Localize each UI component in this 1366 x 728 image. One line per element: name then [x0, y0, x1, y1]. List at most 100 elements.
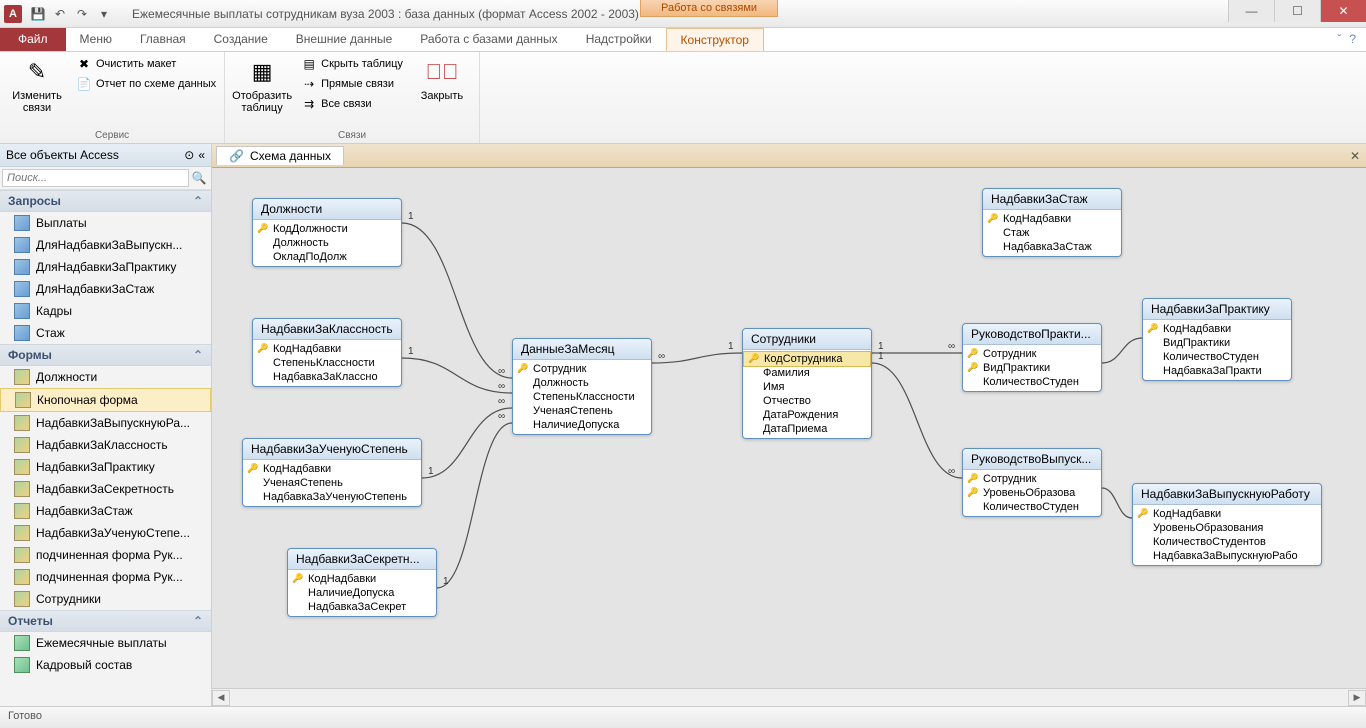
nav-item[interactable]: подчиненная форма Рук... [0, 566, 211, 588]
table-field[interactable]: КодНадбавки [288, 572, 436, 586]
table-dannye[interactable]: ДанныеЗаМесяц СотрудникДолжностьСтепеньКл… [512, 338, 652, 435]
table-field[interactable]: Сотрудник [513, 362, 651, 376]
relationships-canvas[interactable]: 1∞1∞1∞1∞∞11∞1∞ ДолжностиКодДолжностиДолж… [212, 168, 1366, 688]
table-field[interactable]: КоличествоСтуден [963, 500, 1101, 514]
table-field[interactable]: КодНадбавки [1143, 322, 1291, 336]
nav-item[interactable]: подчиненная форма Рук... [0, 544, 211, 566]
search-input[interactable] [2, 169, 189, 187]
undo-icon[interactable]: ↶ [52, 6, 68, 22]
nav-item[interactable]: НадбавкиЗаВыпускнуюРа... [0, 412, 211, 434]
table-field[interactable]: УченаяСтепень [243, 476, 421, 490]
table-dolzhnosti[interactable]: Должности КодДолжностиДолжностьОкладПоДол… [252, 198, 402, 267]
table-field[interactable]: НаличиеДопуска [288, 586, 436, 600]
nav-item[interactable]: НадбавкиЗаКлассность [0, 434, 211, 456]
table-field[interactable]: Сотрудник [963, 472, 1101, 486]
nav-item[interactable]: ДляНадбавкиЗаСтаж [0, 278, 211, 300]
table-field[interactable]: КодНадбавки [1133, 507, 1321, 521]
table-field[interactable]: Должность [513, 376, 651, 390]
nav-item[interactable]: Выплаты [0, 212, 211, 234]
close-design-button[interactable]: �⃞ Закрыть [413, 56, 471, 128]
table-header[interactable]: НадбавкиЗаУченуюСтепень [243, 439, 421, 460]
table-header[interactable]: ДанныеЗаМесяц [513, 339, 651, 360]
table-field[interactable]: НадбавкаЗаУченуюСтепень [243, 490, 421, 504]
table-nadprakt[interactable]: НадбавкиЗаПрактику КодНадбавкиВидПрактики… [1142, 298, 1292, 381]
doc-tab-close-icon[interactable]: ✕ [1350, 149, 1360, 163]
nav-header[interactable]: Все объекты Access ⊙ « [0, 144, 211, 167]
table-field[interactable]: ДатаПриема [743, 422, 871, 436]
edit-relationships-button[interactable]: ✎ Изменить связи [8, 56, 66, 128]
nav-item[interactable]: Должности [0, 366, 211, 388]
table-field[interactable]: СтепеньКлассности [513, 390, 651, 404]
relationship-report-button[interactable]: 📄Отчет по схеме данных [76, 76, 216, 92]
nav-item[interactable]: Стаж [0, 322, 211, 344]
table-rukvyp[interactable]: РуководствоВыпуск...СотрудникУровеньОбра… [962, 448, 1102, 517]
table-naduch[interactable]: НадбавкиЗаУченуюСтепень КодНадбавкиУченая… [242, 438, 422, 507]
table-header[interactable]: НадбавкиЗаКлассность [253, 319, 401, 340]
table-field[interactable]: ОкладПоДолж [253, 250, 401, 264]
table-field[interactable]: НадбавкаЗаСтаж [983, 240, 1121, 254]
table-field[interactable]: КоличествоСтуден [963, 375, 1101, 389]
nav-item[interactable]: Ежемесячные выплаты [0, 632, 211, 654]
table-header[interactable]: НадбавкиЗаСтаж [983, 189, 1121, 210]
table-header[interactable]: НадбавкиЗаПрактику [1143, 299, 1291, 320]
table-field[interactable]: СтепеньКлассности [253, 356, 401, 370]
nav-item[interactable]: НадбавкиЗаСекретность [0, 478, 211, 500]
table-field[interactable]: НадбавкаЗаПракти [1143, 364, 1291, 378]
tab-home[interactable]: Главная [126, 28, 200, 51]
table-field[interactable]: Стаж [983, 226, 1121, 240]
all-rel-button[interactable]: ⇉Все связи [301, 96, 403, 112]
table-field[interactable]: НаличиеДопуска [513, 418, 651, 432]
minimize-ribbon-icon[interactable]: ˇ [1337, 32, 1341, 47]
table-field[interactable]: КодНадбавки [983, 212, 1121, 226]
table-field[interactable]: Сотрудник [963, 347, 1101, 361]
clear-layout-button[interactable]: ✖Очистить макет [76, 56, 216, 72]
tab-menu[interactable]: Меню [66, 28, 126, 51]
scroll-left-icon[interactable]: ◀ [212, 690, 230, 706]
table-field[interactable]: КоличествоСтуден [1143, 350, 1291, 364]
table-field[interactable]: КодДолжности [253, 222, 401, 236]
table-field[interactable]: НадбавкаЗаКлассно [253, 370, 401, 384]
scroll-right-icon[interactable]: ▶ [1348, 690, 1366, 706]
doc-tab-schema[interactable]: 🔗 Схема данных [216, 146, 344, 165]
nav-item[interactable]: Кнопочная форма [0, 388, 211, 412]
table-header[interactable]: Должности [253, 199, 401, 220]
nav-category-forms[interactable]: Формы⌃ [0, 344, 211, 366]
table-field[interactable]: Должность [253, 236, 401, 250]
table-field[interactable]: УченаяСтепень [513, 404, 651, 418]
redo-icon[interactable]: ↷ [74, 6, 90, 22]
table-nadklass[interactable]: НадбавкиЗаКлассность КодНадбавкиСтепеньКл… [252, 318, 402, 387]
table-field[interactable]: УровеньОбразова [963, 486, 1101, 500]
nav-item[interactable]: Кадровый состав [0, 654, 211, 676]
minimize-button[interactable]: — [1228, 0, 1274, 22]
table-header[interactable]: Сотрудники [743, 329, 871, 350]
save-icon[interactable]: 💾 [30, 6, 46, 22]
table-header[interactable]: РуководствоПракти... [963, 324, 1101, 345]
table-field[interactable]: КодНадбавки [243, 462, 421, 476]
nav-item[interactable]: НадбавкиЗаПрактику [0, 456, 211, 478]
nav-category-reports[interactable]: Отчеты⌃ [0, 610, 211, 632]
table-sotr[interactable]: СотрудникиКодСотрудникаФамилияИмяОтчеств… [742, 328, 872, 439]
show-table-button[interactable]: ▦ Отобразить таблицу [233, 56, 291, 128]
table-nadstazh[interactable]: НадбавкиЗаСтаж КодНадбавкиСтажНадбавкаЗаС… [982, 188, 1122, 257]
horizontal-scrollbar[interactable]: ◀ ▶ [212, 688, 1366, 706]
table-field[interactable]: ВидПрактики [1143, 336, 1291, 350]
table-field[interactable]: Отчество [743, 394, 871, 408]
table-field[interactable]: ВидПрактики [963, 361, 1101, 375]
nav-item[interactable]: Сотрудники [0, 588, 211, 610]
file-tab[interactable]: Файл [0, 28, 66, 51]
nav-item[interactable]: ДляНадбавкиЗаВыпускн... [0, 234, 211, 256]
tab-addins[interactable]: Надстройки [572, 28, 666, 51]
table-field[interactable]: Фамилия [743, 366, 871, 380]
table-field[interactable]: КодСотрудника [743, 351, 871, 367]
nav-dropdown-icon[interactable]: ⊙ [184, 148, 194, 162]
nav-collapse-icon[interactable]: « [198, 148, 205, 162]
tab-external[interactable]: Внешние данные [282, 28, 407, 51]
close-button[interactable]: ✕ [1320, 0, 1366, 22]
tab-create[interactable]: Создание [200, 28, 282, 51]
direct-rel-button[interactable]: ⇢Прямые связи [301, 76, 403, 92]
nav-item[interactable]: Кадры [0, 300, 211, 322]
table-field[interactable]: КодНадбавки [253, 342, 401, 356]
qat-dropdown-icon[interactable]: ▾ [96, 6, 112, 22]
table-rukpr[interactable]: РуководствоПракти... СотрудникВидПрактики… [962, 323, 1102, 392]
nav-item[interactable]: НадбавкиЗаСтаж [0, 500, 211, 522]
